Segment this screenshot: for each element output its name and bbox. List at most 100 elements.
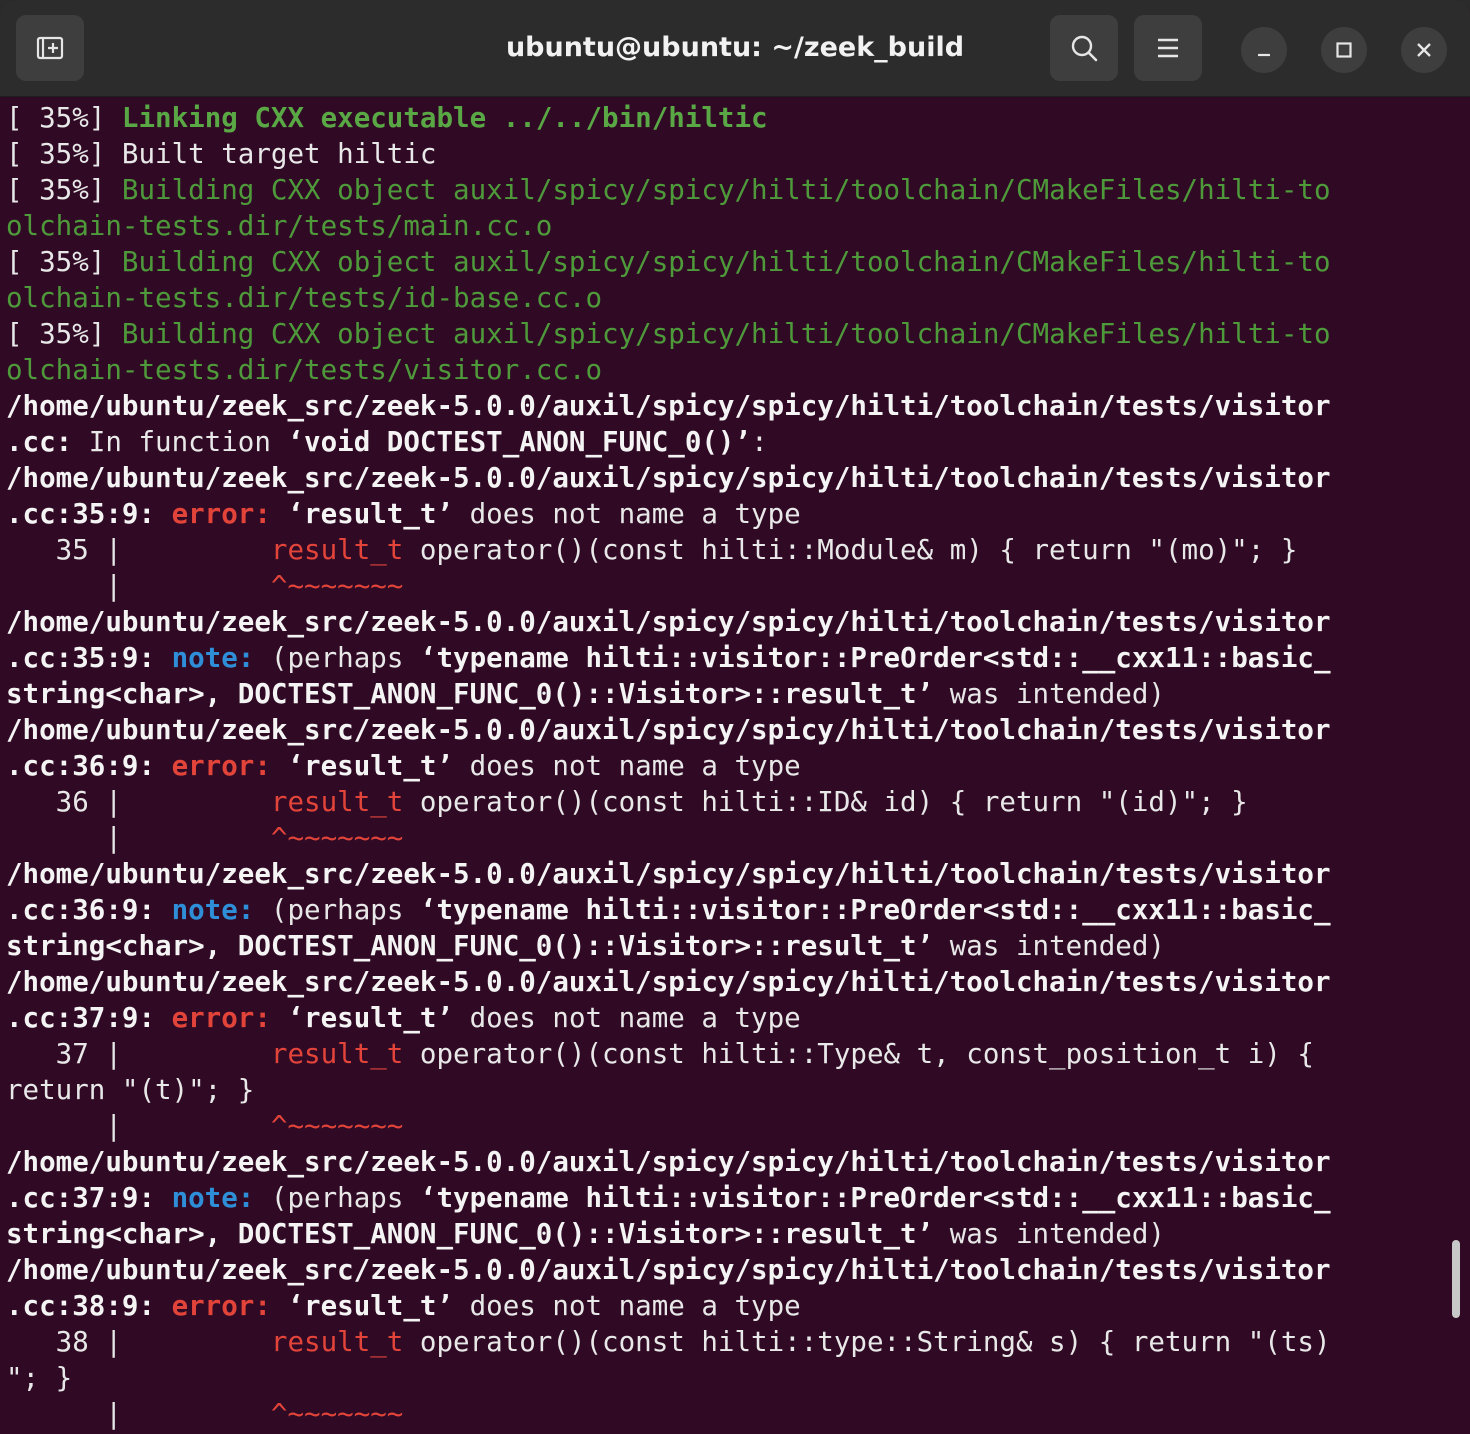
message-text: does not name a type xyxy=(453,1290,801,1322)
menu-button[interactable] xyxy=(1134,15,1202,81)
source-code: operator()(const hilti::type::String& s)… xyxy=(403,1326,1331,1358)
error-label: error: xyxy=(155,1290,288,1322)
terminal-line: string<char>, DOCTEST_ANON_FUNC_0()::Vis… xyxy=(6,1216,1456,1252)
caret-marker: ^~~~~~~~ xyxy=(270,822,404,854)
progress-text: Linking CXX executable ../../bin/hiltic xyxy=(121,102,768,134)
progress-text: Building CXX object auxil/spicy/spicy/hi… xyxy=(121,174,1331,206)
maximize-button[interactable] xyxy=(1321,27,1367,73)
source-line-number: 35 | xyxy=(6,534,139,566)
note-label: note: xyxy=(155,1182,271,1214)
caret-marker: ^~~~~~~~ xyxy=(270,1398,404,1430)
terminal-window: ubuntu@ubuntu: ~/zeek_build [35%] Linki… xyxy=(0,0,1470,1434)
gutter-bar: | xyxy=(6,570,139,602)
file-path: /home/ubuntu/zeek_src/zeek-5.0.0/auxil/s… xyxy=(6,966,1331,998)
quoted-identifier: string<char>, DOCTEST_ANON_FUNC_0()::Vis… xyxy=(6,1218,934,1250)
terminal-line: [ 35%] Linking CXX executable ../../bin/… xyxy=(6,100,1456,136)
message-text: was intended) xyxy=(933,678,1165,710)
quoted-identifier: ‘typename hilti::visitor::PreOrder<std::… xyxy=(419,642,1331,674)
terminal-line: .cc:37:9: error: ‘result_t’ does not nam… xyxy=(6,1000,1456,1036)
quoted-identifier: ‘result_t’ xyxy=(287,498,454,530)
terminal-line: 37 | result_t operator()(const hilti::Ty… xyxy=(6,1036,1456,1072)
terminal-line: [ 35%] Building CXX object auxil/spicy/s… xyxy=(6,172,1456,208)
error-label: error: xyxy=(155,1002,288,1034)
terminal-line: olchain-tests.dir/tests/main.cc.o xyxy=(6,208,1456,244)
file-location: .cc:35:9: xyxy=(6,498,156,530)
source-code: operator()(const hilti::Module& m) { ret… xyxy=(403,534,1298,566)
terminal-output[interactable]: [ 35%] Linking CXX executable ../../bin/… xyxy=(6,100,1456,1434)
title-bar[interactable]: ubuntu@ubuntu: ~/zeek_build xyxy=(0,0,1470,97)
terminal-line: .cc:36:9: error: ‘result_t’ does not nam… xyxy=(6,748,1456,784)
terminal-line: string<char>, DOCTEST_ANON_FUNC_0()::Vis… xyxy=(6,676,1456,712)
hamburger-menu-icon xyxy=(1158,38,1178,58)
quoted-identifier: ‘result_t’ xyxy=(287,1290,454,1322)
progress-prefix: [ 35%] xyxy=(6,174,122,206)
terminal-line: .cc:35:9: error: ‘result_t’ does not nam… xyxy=(6,496,1456,532)
new-tab-button[interactable] xyxy=(16,15,84,81)
terminal-line: | ^~~~~~~~ xyxy=(6,1108,1456,1144)
terminal-line: /home/ubuntu/zeek_src/zeek-5.0.0/auxil/s… xyxy=(6,1252,1456,1288)
message-text: was intended) xyxy=(933,930,1165,962)
terminal-line: 38 | result_t operator()(const hilti::ty… xyxy=(6,1324,1456,1360)
minimize-button[interactable] xyxy=(1241,27,1287,73)
quoted-identifier: ‘result_t’ xyxy=(287,1002,454,1034)
message-text: (perhaps xyxy=(270,894,420,926)
terminal-line: /home/ubuntu/zeek_src/zeek-5.0.0/auxil/s… xyxy=(6,460,1456,496)
caret-marker: ^~~~~~~~ xyxy=(270,1110,404,1142)
file-path: /home/ubuntu/zeek_src/zeek-5.0.0/auxil/s… xyxy=(6,858,1331,890)
message-text: (perhaps xyxy=(270,1182,420,1214)
message-text: : xyxy=(751,426,768,458)
terminal-line: /home/ubuntu/zeek_src/zeek-5.0.0/auxil/s… xyxy=(6,856,1456,892)
highlighted-token: result_t xyxy=(270,1326,404,1358)
new-tab-icon xyxy=(36,36,64,60)
file-path: /home/ubuntu/zeek_src/zeek-5.0.0/auxil/s… xyxy=(6,714,1331,746)
terminal-line: .cc:37:9: note: (perhaps ‘typename hilti… xyxy=(6,1180,1456,1216)
line-text: [ 35%] Built target hiltic xyxy=(6,138,437,170)
progress-prefix: [ 35%] xyxy=(6,318,122,350)
terminal-line: .cc: In function ‘void DOCTEST_ANON_FUNC… xyxy=(6,424,1456,460)
search-icon xyxy=(1071,35,1098,62)
close-button[interactable] xyxy=(1401,27,1447,73)
source-line-number: 38 | xyxy=(6,1326,139,1358)
terminal-line: [ 35%] Building CXX object auxil/spicy/s… xyxy=(6,316,1456,352)
message-text: does not name a type xyxy=(453,750,801,782)
message-text: does not name a type xyxy=(453,498,801,530)
file-location: .cc:37:9: xyxy=(6,1182,156,1214)
search-button[interactable] xyxy=(1050,15,1118,81)
file-path: /home/ubuntu/zeek_src/zeek-5.0.0/auxil/s… xyxy=(6,1146,1331,1178)
message-text: (perhaps xyxy=(270,642,420,674)
source-code: operator()(const hilti::ID& id) { return… xyxy=(403,786,1248,818)
terminal-line: 35 | result_t operator()(const hilti::Mo… xyxy=(6,532,1456,568)
terminal-line: string<char>, DOCTEST_ANON_FUNC_0()::Vis… xyxy=(6,928,1456,964)
quoted-identifier: string<char>, DOCTEST_ANON_FUNC_0()::Vis… xyxy=(6,930,934,962)
terminal-line: /home/ubuntu/zeek_src/zeek-5.0.0/auxil/s… xyxy=(6,604,1456,640)
note-label: note: xyxy=(155,642,271,674)
file-path: /home/ubuntu/zeek_src/zeek-5.0.0/auxil/s… xyxy=(6,390,1331,422)
quoted-identifier: ‘result_t’ xyxy=(287,750,454,782)
gutter-bar: | xyxy=(6,1398,139,1430)
minimize-icon xyxy=(1258,53,1270,57)
terminal-line: | ^~~~~~~~ xyxy=(6,1396,1456,1432)
file-path: /home/ubuntu/zeek_src/zeek-5.0.0/auxil/s… xyxy=(6,1254,1331,1286)
terminal-line: | ^~~~~~~~ xyxy=(6,568,1456,604)
note-label: note: xyxy=(155,894,271,926)
progress-text: olchain-tests.dir/tests/main.cc.o xyxy=(6,210,553,242)
file-location: .cc:35:9: xyxy=(6,642,156,674)
scrollbar-thumb[interactable] xyxy=(1452,1240,1460,1318)
window-title: ubuntu@ubuntu: ~/zeek_build xyxy=(505,32,965,63)
terminal-line: "; } xyxy=(6,1360,1456,1396)
message-text: In function xyxy=(72,426,288,458)
terminal-line: /home/ubuntu/zeek_src/zeek-5.0.0/auxil/s… xyxy=(6,1144,1456,1180)
file-location: .cc:37:9: xyxy=(6,1002,156,1034)
terminal-line: olchain-tests.dir/tests/visitor.cc.o xyxy=(6,352,1456,388)
terminal-line: | ^~~~~~~~ xyxy=(6,820,1456,856)
terminal-line: /home/ubuntu/zeek_src/zeek-5.0.0/auxil/s… xyxy=(6,388,1456,424)
quoted-identifier: string<char>, DOCTEST_ANON_FUNC_0()::Vis… xyxy=(6,678,934,710)
progress-text: olchain-tests.dir/tests/visitor.cc.o xyxy=(6,354,603,386)
highlighted-token: result_t xyxy=(270,534,404,566)
